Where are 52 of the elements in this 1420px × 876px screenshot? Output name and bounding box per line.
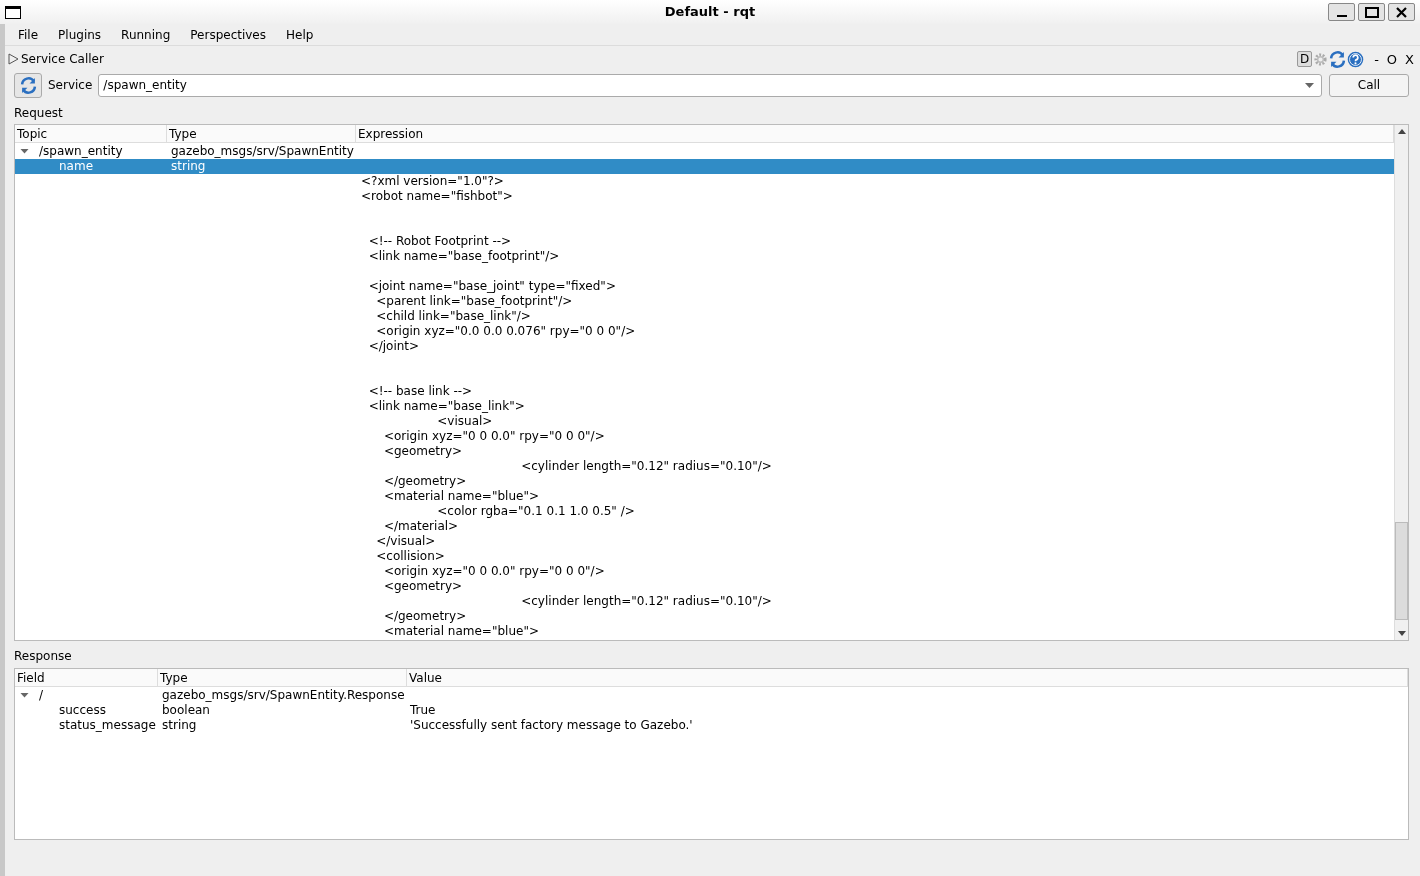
help-icon[interactable]	[1347, 50, 1365, 68]
column-header[interactable]: Value	[407, 669, 1408, 686]
topic-text: /spawn_entity	[39, 144, 123, 159]
refresh-icon[interactable]	[1329, 50, 1347, 68]
maximize-button[interactable]	[1358, 3, 1385, 21]
column-header[interactable]: Type	[158, 669, 407, 686]
expand-triangle-icon[interactable]	[8, 53, 19, 65]
dock-control-button[interactable]: O	[1386, 52, 1398, 66]
menu-item[interactable]: Perspectives	[187, 25, 269, 44]
refresh-button[interactable]	[14, 72, 42, 98]
field-text: status_message	[59, 718, 156, 733]
field-text: success	[59, 703, 106, 718]
expression-text[interactable]: <?xml version="1.0"?> <robot name="fishbot"> <!-- Robot Footprint --> <link name="base_footprint"/> <joint name="base_joint" type="fixed"> <parent link="base_footprint"/> <child link="base_link"/> <origin xyz="0.0 0.0 0.076" rpy="0 0 0"/> </joint> <!-- base link --> <link name="base_link"> <visual> <origin xyz="0 0 0.0" rpy="0 0 0"/> <geometry> <cylinder length="0.12" radius="0.10"/> </geometry> <material name="blue"> <color rgba="0.1 0.1 1.0 0.5" /> </material> </visual> <collision> <origin xyz="0 0 0.0" rpy="0 0 0"/> <geometry> <cylinder length="0.12" radius="0.10"/> </geometry> <material name="blue">	[360, 174, 1394, 639]
menu-item[interactable]: Help	[283, 25, 317, 44]
menu-item[interactable]: Plugins	[55, 25, 105, 44]
dock-control-button[interactable]: X	[1405, 52, 1414, 66]
section-label: Request	[13, 105, 64, 122]
debug-button[interactable]: D	[1296, 51, 1313, 67]
value-text: True	[409, 703, 436, 718]
scrollbar-thumb[interactable]	[1395, 522, 1408, 620]
scroll-down-arrow-icon[interactable]	[1397, 631, 1406, 636]
dropdown-arrow-icon[interactable]	[1305, 82, 1314, 88]
close-icon	[1396, 6, 1407, 18]
scroll-up-arrow-icon[interactable]	[1397, 129, 1406, 134]
close-button[interactable]	[1388, 3, 1415, 21]
call-button[interactable]: Call	[1329, 73, 1409, 97]
window-title: Default - rqt	[664, 3, 756, 22]
type-text: string	[162, 718, 197, 732]
collapse-arrow-icon[interactable]	[20, 147, 29, 156]
value-text: 'Successfully sent factory message to Gazebo.'	[409, 718, 693, 733]
section-label: Response	[13, 648, 73, 665]
menu-item[interactable]: Running	[118, 25, 174, 44]
menu-item[interactable]: File	[15, 25, 42, 44]
service-label: Service	[48, 77, 93, 94]
collapse-arrow-icon[interactable]	[20, 691, 29, 700]
type-text: string	[171, 159, 206, 173]
field-text: /	[39, 688, 44, 703]
type-text: boolean	[162, 703, 210, 717]
minimize-button[interactable]	[1328, 3, 1355, 21]
tree-row[interactable]: /spawn_entity gazebo_msgs/srv/SpawnEntity	[15, 144, 1394, 159]
type-text: gazebo_msgs/srv/SpawnEntity	[171, 144, 354, 158]
plugin-title: Service Caller	[21, 51, 104, 68]
response-tree[interactable]: Field Type Value / gazebo_msgs/srv/SpawnEntity.Response success boolean True status_message string 'Successfully sent factory message to Gazebo.'	[14, 668, 1409, 840]
dock-control-button[interactable]: -	[1374, 52, 1379, 66]
column-header[interactable]: Type	[167, 125, 356, 142]
column-header[interactable]: Topic	[15, 125, 167, 142]
topic-text: name	[59, 159, 94, 174]
column-header[interactable]: Field	[15, 669, 158, 686]
service-dropdown[interactable]: /spawn_entity	[98, 73, 1322, 97]
type-text: gazebo_msgs/srv/SpawnEntity.Response	[162, 688, 405, 702]
window-icon[interactable]	[5, 5, 21, 19]
tree-row[interactable]: name string	[15, 159, 1394, 174]
